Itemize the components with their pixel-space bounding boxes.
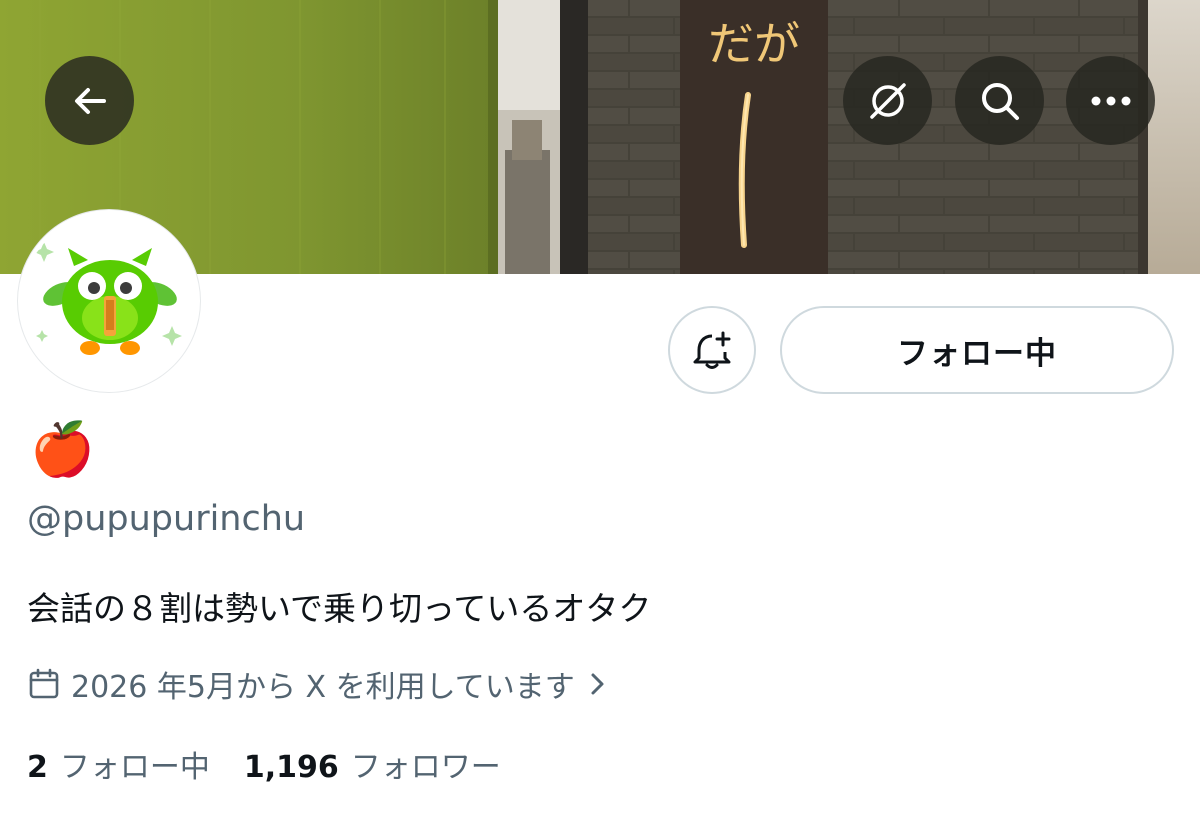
bell-plus-icon (693, 331, 731, 369)
chevron-right-icon (587, 670, 607, 698)
user-handle: @pupupurinchu (27, 499, 306, 539)
search-icon (981, 82, 1019, 120)
more-button[interactable] (1066, 56, 1155, 145)
profile-page: だが フォロー中 🍎 @pupupurinchu 会話の８割は勢いで乗り切ってい… (0, 0, 1200, 818)
more-horizontal-icon (1091, 96, 1130, 105)
search-button[interactable] (955, 56, 1044, 145)
arrow-left-icon (74, 87, 106, 114)
avatar[interactable] (18, 210, 200, 392)
following-button[interactable]: フォロー中 (780, 306, 1174, 394)
back-button[interactable] (45, 56, 134, 145)
banner-sign-text: だが (708, 17, 800, 71)
following-label: フォロー中 (59, 750, 210, 785)
followers-count: 1,196 (243, 750, 339, 785)
following-count: 2 (27, 750, 48, 785)
joined-date-link[interactable]: 2026 年5月から X を利用しています (27, 660, 607, 708)
followers-link[interactable]: 1,196 フォロワー (244, 742, 501, 786)
profile-bio: 会話の８割は勢いで乗り切っているオタク (27, 589, 652, 628)
follow-stats: 2 フォロー中 1,196 フォロワー (27, 740, 501, 788)
joined-date-text: 2026 年5月から X を利用しています (71, 670, 575, 705)
grok-button[interactable] (843, 56, 932, 145)
followers-label: フォロワー (350, 750, 501, 785)
following-link[interactable]: 2 フォロー中 (27, 742, 210, 786)
profile-banner[interactable]: だが (0, 0, 1200, 274)
calendar-icon (27, 667, 61, 701)
display-name: 🍎 (30, 420, 95, 480)
notification-toggle-button[interactable] (668, 306, 756, 394)
owl-mascot-image (34, 242, 182, 355)
grok-icon (869, 82, 906, 119)
